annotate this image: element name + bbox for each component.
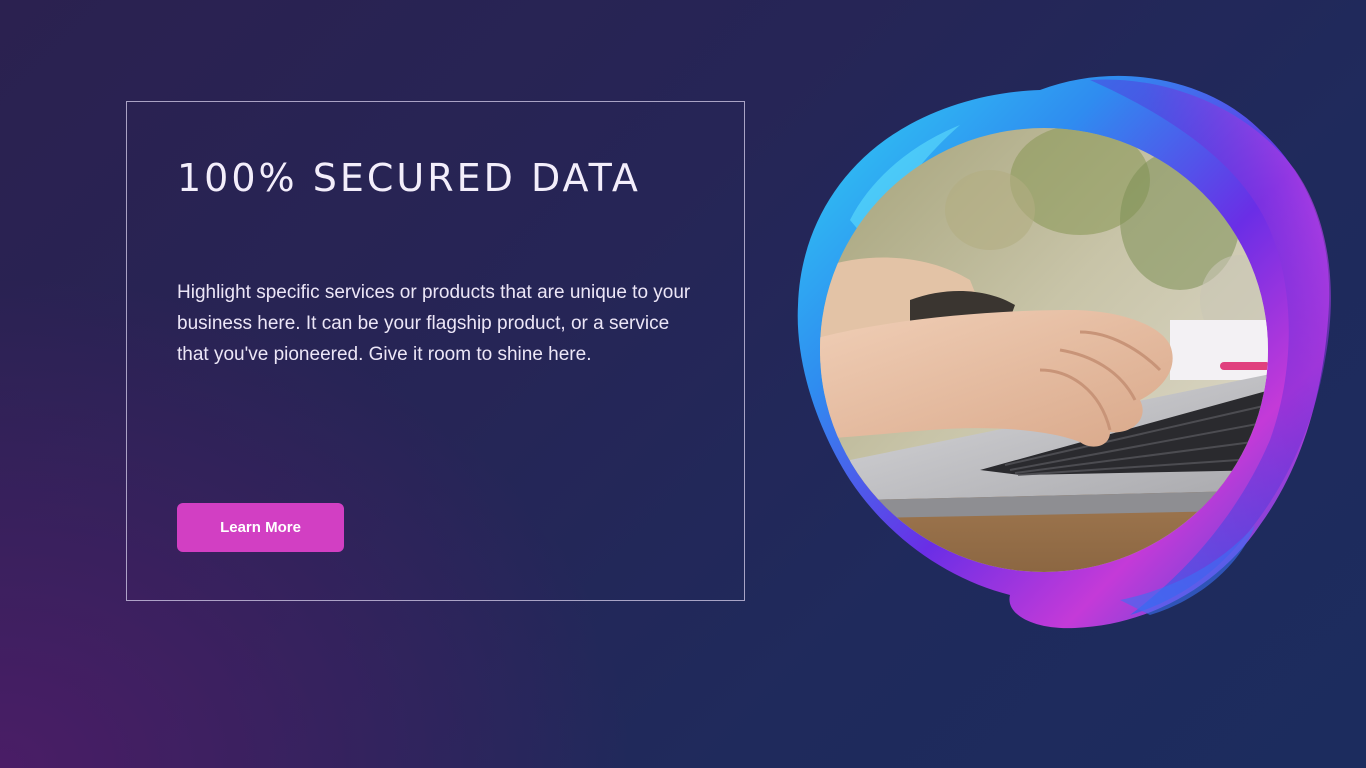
- hero-visual: [790, 70, 1335, 635]
- feature-description: Highlight specific services or products …: [177, 282, 691, 365]
- feature-card: 100% SECURED DATA Highlight specific ser…: [126, 101, 745, 601]
- laptop-typing-image: [797, 75, 1331, 629]
- page-title: 100% SECURED DATA: [177, 156, 641, 200]
- learn-more-button[interactable]: Learn More: [177, 503, 344, 552]
